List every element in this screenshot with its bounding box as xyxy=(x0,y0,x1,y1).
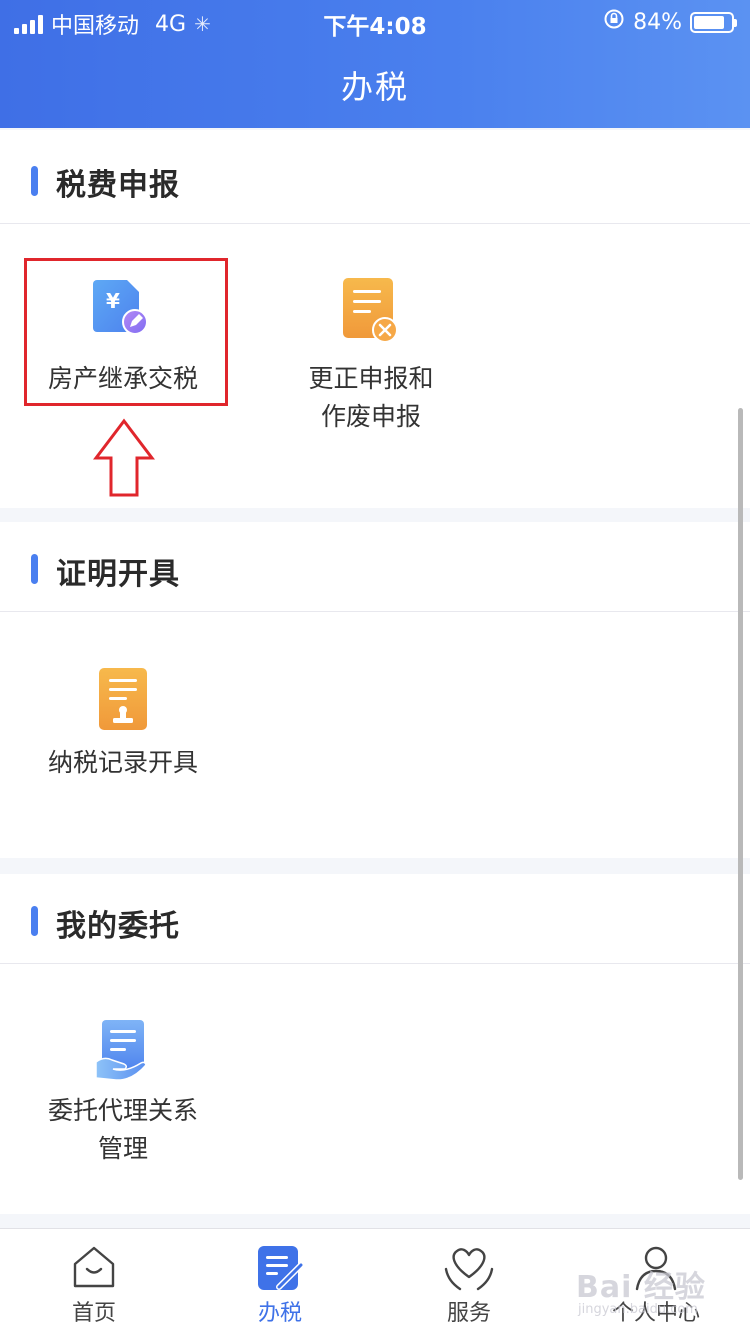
battery-percent: 84% xyxy=(633,9,682,35)
watermark-url: jingyan.baidu.com xyxy=(578,1302,698,1317)
item-tax-record-issue[interactable]: 纳税记录开具 xyxy=(8,612,238,858)
tab-tax[interactable]: 办税 xyxy=(186,1229,374,1334)
page-title: 办税 xyxy=(340,68,409,106)
document-cancel-icon xyxy=(341,276,401,348)
section-certificate: 证明开具 纳税记录开具 xyxy=(0,522,750,858)
status-bar: 中国移动 4G ✳ 下午4:08 84% xyxy=(0,0,750,40)
up-arrow-annotation-icon xyxy=(93,418,155,497)
highlight-box xyxy=(24,258,228,406)
item-label-line-2: 管理 xyxy=(97,1134,148,1163)
item-correct-void-filing[interactable]: 更正申报和 作废申报 xyxy=(256,224,486,508)
tax-document-icon xyxy=(255,1243,305,1297)
battery-icon xyxy=(690,11,737,33)
section-accent-bar xyxy=(31,166,38,196)
tax-page: 中国移动 4G ✳ 下午4:08 84% 办税 税费申报 ¥ 房产继承交税 更正… xyxy=(0,0,750,1334)
tab-label: 首页 xyxy=(71,1301,116,1326)
tab-home[interactable]: 首页 xyxy=(0,1229,188,1334)
item-agency-relationship[interactable]: 委托代理关系 管理 xyxy=(8,964,238,1214)
section-title: 税费申报 xyxy=(56,168,180,203)
home-icon xyxy=(70,1243,118,1295)
tab-label: 办税 xyxy=(257,1301,302,1326)
heart-hands-icon xyxy=(442,1243,496,1297)
item-label: 纳税记录开具 xyxy=(47,748,198,777)
item-label-line-2: 作废申报 xyxy=(320,402,421,431)
header: 中国移动 4G ✳ 下午4:08 84% 办税 xyxy=(0,0,750,128)
tab-service[interactable]: 服务 xyxy=(375,1229,563,1334)
section-accent-bar xyxy=(31,554,38,584)
scrollbar[interactable] xyxy=(738,408,743,1180)
item-label-line-1: 委托代理关系 xyxy=(47,1096,198,1125)
document-hand-icon xyxy=(94,1018,152,1088)
watermark: Bai 经验 xyxy=(576,1270,706,1305)
item-label-line-1: 更正申报和 xyxy=(308,364,434,393)
section-title: 我的委托 xyxy=(56,909,180,944)
section-accent-bar xyxy=(31,906,38,936)
section-my-entrustment: 我的委托 委托代理关系 管理 xyxy=(0,874,750,1214)
section-title: 证明开具 xyxy=(56,557,180,592)
document-stamp-icon xyxy=(97,666,149,736)
tab-label: 服务 xyxy=(446,1301,491,1326)
rotation-lock-icon xyxy=(603,8,625,36)
